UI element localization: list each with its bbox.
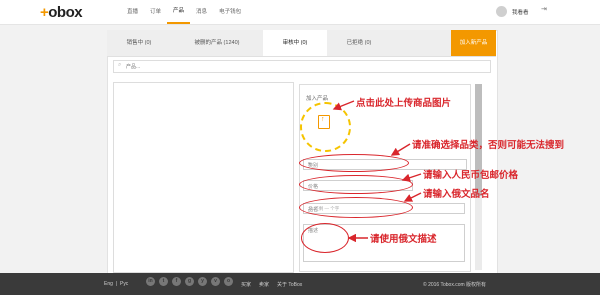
vk-icon[interactable]: v [211, 277, 220, 286]
copyright: © 2016 Tobox.com 版权所有 [423, 282, 487, 288]
price-hint: 请输入人民币包邮价格 [423, 170, 519, 181]
youtube-icon[interactable]: y [198, 277, 207, 286]
description-hint: 请使用俄文描述 [370, 234, 437, 245]
upload-hint: 点击此处上传商品图片 [356, 98, 452, 109]
facebook-icon[interactable]: f [172, 277, 181, 286]
name-highlight [299, 197, 413, 218]
nav-live[interactable]: 直播 [121, 0, 144, 24]
linkedin-icon[interactable]: in [146, 277, 155, 286]
avatar[interactable] [496, 6, 507, 17]
nav-wallet[interactable]: 电子钱包 [213, 0, 247, 24]
footer-link-sellers[interactable]: 卖家 [259, 281, 269, 288]
top-bar: +obox 直播 订单 产品 消息 电子钱包 我看看 ⇥ [0, 0, 600, 25]
nav-orders[interactable]: 订单 [144, 0, 167, 24]
search-bar: ⌕ [113, 60, 491, 73]
tobox-logo[interactable]: +obox [40, 4, 83, 21]
twitter-icon[interactable]: t [159, 277, 168, 286]
price-highlight [299, 175, 413, 194]
search-icon: ⌕ [118, 62, 122, 68]
tab-rejected[interactable]: 已拒绝 (0) [327, 30, 391, 56]
name-hint: 请输入俄文品名 [423, 189, 490, 200]
footer-link-buyers[interactable]: 买家 [241, 281, 251, 288]
nav-products[interactable]: 产品 [167, 0, 191, 24]
nav-messages[interactable]: 消息 [190, 0, 213, 24]
footer: Eng | Рус in t f g y v o 买家 卖家 关于 ToBox … [0, 273, 600, 295]
form-title: 加入产品 [306, 96, 329, 102]
product-tabs: 销售中 (0) 被删的产品 (1240) 审核中 (0) 已拒绝 (0) [107, 30, 496, 57]
username[interactable]: 我看看 [512, 8, 529, 16]
tab-on-sale[interactable]: 销售中 (0) [107, 30, 171, 56]
lang-separator: | [116, 281, 118, 287]
add-product-button[interactable]: 加入新产品 [451, 30, 496, 56]
product-list-area [113, 82, 294, 273]
search-input[interactable] [126, 61, 476, 72]
tab-deleted[interactable]: 被删的产品 (1240) [171, 30, 263, 56]
category-highlight [299, 154, 409, 172]
lang-rus[interactable]: Рус [120, 281, 128, 287]
upload-highlight-circle [300, 102, 351, 152]
lang-eng[interactable]: Eng [104, 281, 113, 287]
ok-icon[interactable]: o [224, 277, 233, 286]
logout-icon[interactable]: ⇥ [541, 5, 547, 13]
tab-in-review[interactable]: 审核中 (0) [263, 30, 327, 56]
google-icon[interactable]: g [185, 277, 194, 286]
description-highlight [301, 223, 349, 253]
category-hint: 请准确选择品类，否则可能无法搜到 [412, 140, 565, 151]
main-nav: 直播 订单 产品 消息 电子钱包 [121, 0, 247, 24]
footer-link-about[interactable]: 关于 ToBox [277, 281, 302, 288]
logo-text: obox [48, 4, 83, 21]
